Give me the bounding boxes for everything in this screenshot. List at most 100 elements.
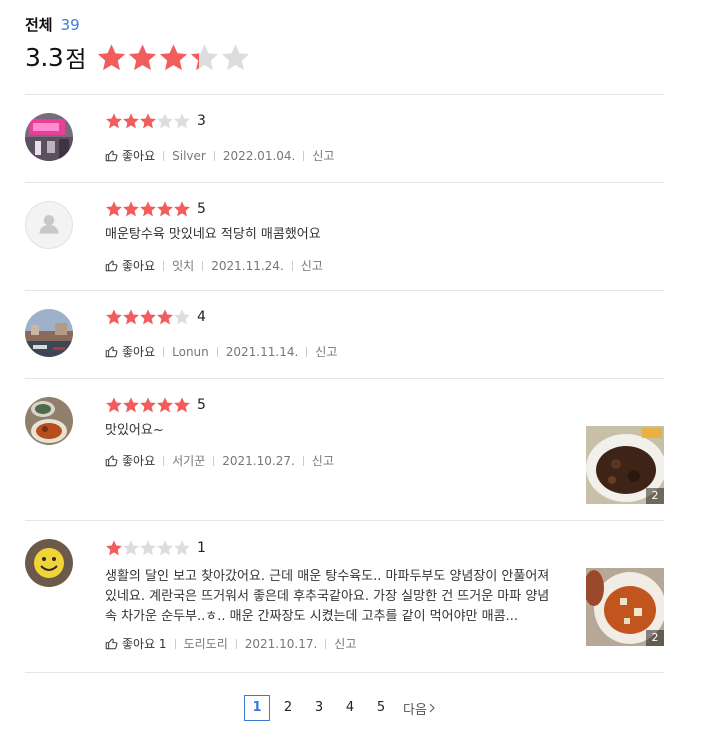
average-star-rating	[96, 42, 251, 73]
divider	[216, 346, 218, 357]
default-person-icon	[39, 214, 59, 234]
photo-count-badge: 2	[646, 630, 664, 646]
review-text: 맛있어요~	[105, 423, 164, 438]
divider	[291, 260, 293, 271]
review-date: 2021.10.17.	[244, 636, 318, 651]
reviewer-name[interactable]: Silver	[172, 149, 206, 163]
avatar[interactable]	[25, 201, 73, 249]
empty-star-icon	[122, 539, 140, 557]
review-photo[interactable]: 2	[586, 568, 664, 646]
star-rating: 5	[105, 396, 206, 414]
empty-star-icon	[156, 112, 174, 130]
avatar[interactable]	[25, 397, 73, 445]
star-icon	[139, 308, 157, 326]
report-link[interactable]: 신고	[312, 452, 334, 469]
star-icon	[139, 112, 157, 130]
like-button[interactable]: 좋아요	[105, 147, 155, 164]
review-photo[interactable]: 2	[586, 426, 664, 504]
review-date: 2021.10.27.	[222, 453, 295, 468]
review-date: 2022.01.04.	[222, 148, 296, 163]
like-button[interactable]: 좋아요	[105, 452, 155, 469]
star-icon	[122, 308, 140, 326]
star-icon	[96, 42, 127, 73]
reviewer-name[interactable]: Lonun	[172, 345, 209, 359]
report-link[interactable]: 신고	[312, 147, 334, 164]
empty-star-icon	[156, 539, 174, 557]
pagination: 1 2 3 4 5 다음	[244, 695, 437, 721]
star-icon	[173, 396, 191, 414]
star-rating: 1	[105, 539, 206, 557]
review-stars	[105, 308, 190, 326]
page-2-button[interactable]: 2	[275, 695, 301, 721]
report-link[interactable]: 신고	[315, 343, 337, 360]
star-icon	[156, 308, 174, 326]
reviewer-name[interactable]: 잇치	[172, 257, 194, 274]
star-rating: 3	[105, 112, 206, 130]
avatar[interactable]	[25, 309, 73, 357]
star-icon	[105, 308, 123, 326]
page-1-button[interactable]: 1	[244, 695, 270, 721]
like-button[interactable]: 좋아요	[105, 343, 155, 360]
empty-star-icon	[173, 539, 191, 557]
chevron-right-icon	[429, 703, 435, 713]
star-icon	[105, 112, 123, 130]
empty-star-icon	[139, 539, 157, 557]
report-link[interactable]: 신고	[301, 257, 323, 274]
divider	[163, 455, 165, 466]
review-meta: 좋아요 Silver 2022.01.04. 신고	[105, 147, 334, 164]
review-date: 2021.11.14.	[225, 344, 299, 359]
review-item: 5 매운탕수육 맛있네요 적당히 매콤했어요 좋아요 잇치 2021.11.24…	[25, 182, 664, 291]
like-button[interactable]: 좋아요	[105, 257, 155, 274]
average-score-unit: 점	[65, 47, 87, 73]
page-4-button[interactable]: 4	[337, 695, 363, 721]
divider	[163, 346, 165, 357]
food-photo-icon	[25, 397, 73, 445]
average-score: 3.3 점	[25, 40, 251, 74]
star-icon	[122, 112, 140, 130]
review-item: 1 생활의 달인 보고 찾아갔어요. 근데 매운 탕수육도.. 마파두부도 양념…	[25, 520, 664, 673]
half-star-icon	[189, 42, 220, 73]
star-icon	[173, 200, 191, 218]
pink-store-photo-icon	[25, 113, 73, 161]
thumbs-up-icon	[105, 455, 118, 467]
divider	[235, 638, 237, 649]
avatar[interactable]	[25, 539, 73, 587]
avatar[interactable]	[25, 113, 73, 161]
like-label: 좋아요	[122, 149, 156, 163]
star-icon	[122, 200, 140, 218]
divider	[202, 260, 204, 271]
rating-number: 3	[197, 113, 206, 129]
reviewer-name[interactable]: 도리도리	[184, 635, 228, 652]
like-label: 좋아요	[122, 454, 156, 468]
review-text: 매운탕수육 맛있네요 적당히 매콤했어요	[105, 227, 321, 242]
star-icon	[105, 200, 123, 218]
star-rating: 5	[105, 200, 206, 218]
divider	[213, 150, 215, 161]
next-page-button[interactable]: 다음	[403, 699, 437, 718]
empty-star-icon	[173, 112, 191, 130]
thumbs-up-icon	[105, 346, 118, 358]
review-meta: 좋아요 1 도리도리 2021.10.17. 신고	[105, 635, 356, 652]
star-icon	[127, 42, 158, 73]
page-3-button[interactable]: 3	[306, 695, 332, 721]
review-meta: 좋아요 잇치 2021.11.24. 신고	[105, 257, 323, 274]
divider	[163, 150, 165, 161]
like-button[interactable]: 좋아요 1	[105, 635, 167, 652]
reviewer-name[interactable]: 서기꾼	[172, 452, 205, 469]
review-stars	[105, 539, 190, 557]
report-link[interactable]: 신고	[334, 635, 356, 652]
harbor-photo-icon	[25, 309, 73, 357]
divider	[303, 150, 305, 161]
thumbs-up-icon	[105, 260, 118, 272]
review-stars	[105, 200, 190, 218]
page-5-button[interactable]: 5	[368, 695, 394, 721]
review-meta: 좋아요 서기꾼 2021.10.27. 신고	[105, 452, 334, 469]
divider	[306, 346, 308, 357]
empty-star-icon	[220, 42, 251, 73]
star-icon	[122, 396, 140, 414]
divider	[174, 638, 176, 649]
rating-number: 5	[197, 397, 206, 413]
star-icon	[139, 396, 157, 414]
review-stars	[105, 112, 190, 130]
review-text: 생활의 달인 보고 찾아갔어요. 근데 매운 탕수육도.. 마파두부도 양념장이…	[105, 569, 550, 624]
